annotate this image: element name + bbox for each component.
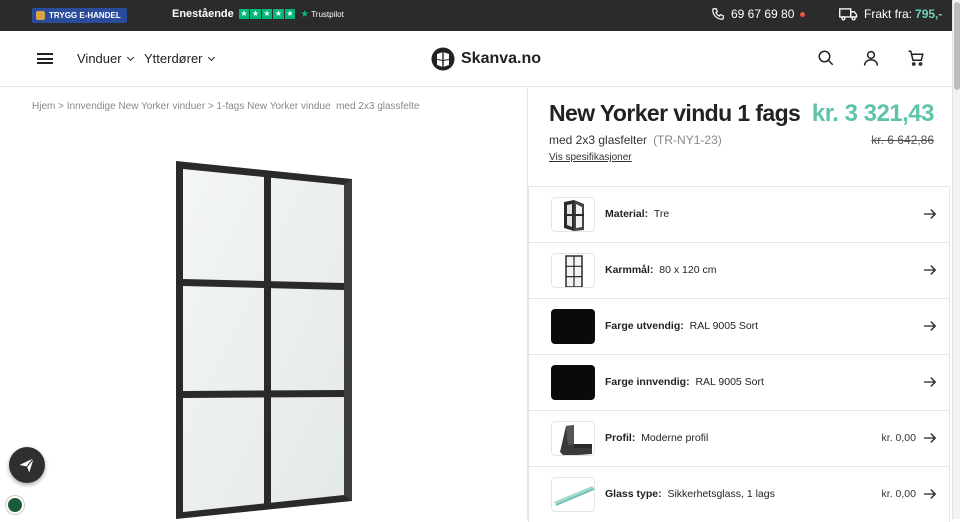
freight-value: 795,- bbox=[915, 7, 943, 21]
trustpilot-label: Trustpilot bbox=[311, 9, 344, 19]
scrollbar[interactable] bbox=[952, 0, 960, 519]
cart-icon[interactable] bbox=[907, 49, 925, 67]
trygg-ehandel-badge[interactable]: TRYGG E-HANDEL bbox=[32, 8, 127, 23]
option-farge-utvendig[interactable]: Farge utvendig: RAL 9005 Sort bbox=[529, 298, 950, 354]
option-label: Material: Tre bbox=[605, 208, 670, 220]
user-icon[interactable] bbox=[862, 49, 880, 67]
star-icon: ★ bbox=[261, 8, 273, 20]
logo-icon bbox=[431, 47, 455, 71]
badge-label: TRYGG E-HANDEL bbox=[49, 11, 121, 20]
star-icon: ★ bbox=[273, 8, 284, 20]
black-swatch bbox=[551, 365, 595, 400]
status-dot bbox=[800, 11, 806, 17]
profile-icon bbox=[551, 421, 595, 456]
nav-vinduer[interactable]: Vinduer bbox=[77, 51, 134, 66]
site-header: Vinduer Ytterdører Skanva.no bbox=[0, 31, 952, 87]
star-icon: ★ bbox=[238, 8, 250, 20]
star-icon: ★ bbox=[284, 8, 296, 20]
phone-icon bbox=[712, 8, 724, 20]
chat-button[interactable] bbox=[9, 447, 45, 483]
menu-icon[interactable] bbox=[37, 53, 53, 64]
trustpilot-star-icon: ★ bbox=[300, 8, 310, 20]
search-icon[interactable] bbox=[817, 49, 835, 67]
top-bar: TRYGG E-HANDEL Enestående ★ ★ ★ ★ ★ ★ Tr… bbox=[0, 0, 960, 31]
option-profil[interactable]: Profil: Moderne profil kr. 0,00 bbox=[529, 410, 950, 466]
option-label: Karmmål: 80 x 120 cm bbox=[605, 264, 717, 276]
product-subtitle: med 2x3 glasfelter (TR-NY1-23) bbox=[549, 133, 722, 147]
logo-text: Skanva.no bbox=[461, 50, 542, 67]
lock-icon bbox=[36, 11, 45, 20]
option-price: kr. 0,00 bbox=[881, 432, 916, 444]
paper-plane-icon bbox=[19, 457, 35, 473]
subtitle-text: med 2x3 glasfelter bbox=[549, 133, 648, 147]
phone-number: 69 67 69 80 bbox=[731, 7, 795, 21]
freight-label: Frakt fra: bbox=[864, 7, 913, 21]
product-image bbox=[176, 161, 352, 519]
option-farge-innvendig[interactable]: Farge innvendig: RAL 9005 Sort bbox=[529, 354, 950, 410]
option-label: Farge utvendig: RAL 9005 Sort bbox=[605, 320, 759, 332]
product-title: New Yorker vindu 1 fags bbox=[549, 100, 801, 126]
freight-info[interactable]: Frakt fra: 795,- bbox=[839, 7, 942, 21]
arrow-right-icon bbox=[923, 377, 937, 387]
frame-angle-icon bbox=[551, 197, 595, 232]
black-swatch bbox=[551, 309, 595, 344]
option-karmmal[interactable]: Karmmål: 80 x 120 cm bbox=[529, 242, 950, 298]
phone-link[interactable]: 69 67 69 80 bbox=[711, 7, 806, 21]
arrow-right-icon bbox=[923, 265, 937, 275]
truck-icon bbox=[839, 8, 858, 21]
chevron-down-icon bbox=[207, 53, 215, 61]
nav-ytterdorer[interactable]: Ytterdører bbox=[144, 51, 215, 66]
option-label: Profil: Moderne profil bbox=[605, 432, 709, 444]
arrow-right-icon bbox=[923, 321, 937, 331]
star-icon: ★ bbox=[250, 8, 261, 20]
arrow-right-icon bbox=[923, 489, 937, 499]
spec-link[interactable]: Vis spesifikasjoner bbox=[549, 152, 632, 163]
arrow-right-icon bbox=[923, 433, 937, 443]
option-price: kr. 0,00 bbox=[881, 488, 916, 500]
option-list: Material: Tre Karmmål: 80 x 120 cm Farge… bbox=[528, 186, 950, 522]
cookie-settings-button[interactable] bbox=[6, 496, 24, 514]
window-grid-icon bbox=[551, 253, 595, 288]
option-material[interactable]: Material: Tre bbox=[529, 186, 950, 242]
option-label: Glass type: Sikkerhetsglass, 1 lags bbox=[605, 488, 775, 500]
arrow-right-icon bbox=[923, 209, 937, 219]
breadcrumb[interactable]: Hjem > Innvendige New Yorker vinduer > 1… bbox=[32, 101, 419, 112]
option-glass-type[interactable]: Glass type: Sikkerhetsglass, 1 lags kr. … bbox=[529, 466, 950, 522]
site-logo[interactable]: Skanva.no bbox=[431, 47, 541, 71]
product-price: kr. 3 321,43 bbox=[811, 100, 935, 127]
rating-label: Enestående bbox=[172, 8, 234, 20]
scrollbar-thumb[interactable] bbox=[954, 2, 960, 90]
nav-label: Ytterdører bbox=[144, 51, 203, 66]
chevron-down-icon bbox=[126, 53, 134, 61]
option-label: Farge innvendig: RAL 9005 Sort bbox=[605, 376, 764, 388]
nav-label: Vinduer bbox=[77, 51, 122, 66]
trustpilot-rating[interactable]: Enestående ★ ★ ★ ★ ★ ★ Trustpilot bbox=[172, 8, 344, 20]
product-sku: (TR-NY1-23) bbox=[653, 133, 722, 147]
trustpilot-logo: ★ Trustpilot bbox=[300, 9, 344, 20]
old-price: kr. 6 642,86 bbox=[871, 133, 934, 147]
rating-stars: ★ ★ ★ ★ ★ bbox=[238, 8, 296, 20]
glass-icon bbox=[551, 477, 595, 512]
